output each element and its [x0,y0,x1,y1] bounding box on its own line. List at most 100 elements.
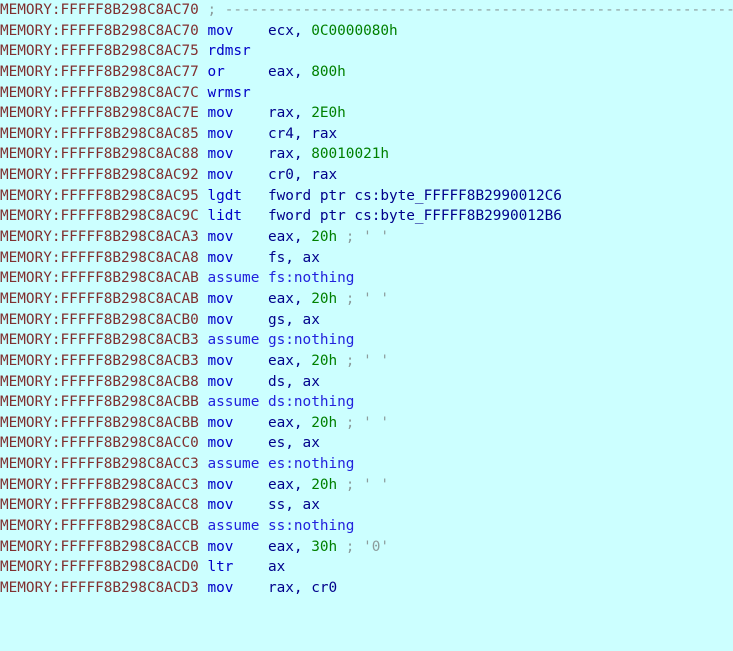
instruction-mnemonic: mov [207,352,268,369]
line-address: MEMORY:FFFFF8B298C8AC92 [0,167,208,184]
operand_reg: ss, ax [267,497,320,514]
disasm-line[interactable]: MEMORY:FFFFF8B298C8AC95 lgdt fword ptr c… [0,186,733,207]
instruction-mnemonic: ltr [207,559,268,576]
operand_reg: cr4, rax [267,125,338,142]
disasm-line[interactable]: MEMORY:FFFFF8B298C8ACA3 mov eax, 20h ; '… [0,227,733,248]
assume-directive: assume ds:nothing [207,394,355,411]
inline-comment: ; ' ' [337,290,390,307]
operand_reg: es, ax [267,435,320,452]
assume-directive: assume gs:nothing [207,332,355,349]
line-address: MEMORY:FFFFF8B298C8ACD0 [0,559,208,576]
line-address: MEMORY:FFFFF8B298C8ACB8 [0,373,208,390]
inline-comment: ; ' ' [337,414,390,431]
instruction-mnemonic: mov [207,146,268,163]
line-address: MEMORY:FFFFF8B298C8ACB3 [0,352,208,369]
operand_reg: ds, ax [267,373,320,390]
disasm-line[interactable]: MEMORY:FFFFF8B298C8AC85 mov cr4, rax [0,124,733,145]
disasm-line[interactable]: MEMORY:FFFFF8B298C8AC7E mov rax, 2E0h [0,103,733,124]
instruction-mnemonic: mov [207,167,268,184]
disasm-line[interactable]: MEMORY:FFFFF8B298C8AC88 mov rax, 8001002… [0,144,733,165]
disasm-line[interactable]: MEMORY:FFFFF8B298C8ACBB mov eax, 20h ; '… [0,413,733,434]
inline-comment: ; '0' [337,538,390,555]
disasm-line[interactable]: MEMORY:FFFFF8B298C8ACC8 mov ss, ax [0,495,733,516]
line-address: MEMORY:FFFFF8B298C8ACC3 [0,456,208,473]
operand_reg: cr0, rax [267,167,338,184]
operand_reg: fword ptr cs:byte_FFFFF8B2990012C6 [267,187,562,204]
disasm-line[interactable]: MEMORY:FFFFF8B298C8ACAB assume fs:nothin… [0,268,733,289]
operand_imm: 2E0h [311,105,346,122]
operand_imm: 20h [311,290,338,307]
line-address: MEMORY:FFFFF8B298C8ACC3 [0,476,208,493]
line-address: MEMORY:FFFFF8B298C8AC7E [0,105,208,122]
disasm-line[interactable]: MEMORY:FFFFF8B298C8ACD3 mov rax, cr0 [0,578,733,599]
operand_reg: fs, ax [267,249,320,266]
assume-directive: assume ss:nothing [207,518,355,535]
instruction-mnemonic: mov [207,249,268,266]
line-address: MEMORY:FFFFF8B298C8ACC8 [0,497,208,514]
line-address: MEMORY:FFFFF8B298C8AC9C [0,208,208,225]
instruction-mnemonic: mov [207,373,268,390]
disasm-line[interactable]: MEMORY:FFFFF8B298C8ACBB assume ds:nothin… [0,392,733,413]
line-address: MEMORY:FFFFF8B298C8AC75 [0,43,208,60]
disassembly-listing[interactable]: MEMORY:FFFFF8B298C8AC70 ; --------------… [0,0,733,651]
inline-comment: ; ' ' [337,229,390,246]
operand_reg: fword ptr cs:byte_FFFFF8B2990012B6 [267,208,562,225]
disasm-line[interactable]: MEMORY:FFFFF8B298C8ACB3 mov eax, 20h ; '… [0,351,733,372]
instruction-mnemonic: mov [207,125,268,142]
operand_imm: 20h [311,352,338,369]
operand_reg: eax, [267,290,312,307]
line-address: MEMORY:FFFFF8B298C8AC70 [0,2,208,18]
disasm-line[interactable]: MEMORY:FFFFF8B298C8ACAB mov eax, 20h ; '… [0,289,733,310]
instruction-mnemonic: mov [207,579,268,596]
disasm-line[interactable]: MEMORY:FFFFF8B298C8AC75 rdmsr [0,41,733,62]
disasm-line[interactable]: MEMORY:FFFFF8B298C8AC92 mov cr0, rax [0,165,733,186]
instruction-mnemonic: mov [207,435,268,452]
operand_reg: rax, [267,146,312,163]
disasm-line[interactable]: MEMORY:FFFFF8B298C8AC77 or eax, 800h [0,62,733,83]
instruction-mnemonic: mov [207,476,268,493]
separator-comment: ; --------------------------------------… [207,2,733,18]
disasm-line[interactable]: MEMORY:FFFFF8B298C8AC7C wrmsr [0,83,733,104]
instruction-mnemonic: or [207,63,268,80]
line-address: MEMORY:FFFFF8B298C8ACA3 [0,229,208,246]
disasm-line[interactable]: MEMORY:FFFFF8B298C8ACCB mov eax, 30h ; '… [0,537,733,558]
operand_imm: 20h [311,476,338,493]
instruction-mnemonic: wrmsr [207,84,251,101]
assume-directive: assume es:nothing [207,456,355,473]
assume-directive: assume fs:nothing [207,270,355,287]
disasm-line[interactable]: MEMORY:FFFFF8B298C8ACB3 assume gs:nothin… [0,330,733,351]
instruction-mnemonic: mov [207,290,268,307]
line-address: MEMORY:FFFFF8B298C8ACA8 [0,249,208,266]
disasm-line[interactable]: MEMORY:FFFFF8B298C8AC70 mov ecx, 0C00000… [0,21,733,42]
operand_reg: ecx, [267,22,312,39]
operand_imm: 80010021h [311,146,390,163]
disasm-line[interactable]: MEMORY:FFFFF8B298C8ACB8 mov ds, ax [0,372,733,393]
disasm-line[interactable]: MEMORY:FFFFF8B298C8ACB0 mov gs, ax [0,310,733,331]
line-address: MEMORY:FFFFF8B298C8AC88 [0,146,208,163]
line-address: MEMORY:FFFFF8B298C8ACCB [0,518,208,535]
operand_reg: rax, cr0 [267,579,338,596]
line-address: MEMORY:FFFFF8B298C8ACAB [0,270,208,287]
disasm-line[interactable]: MEMORY:FFFFF8B298C8ACA8 mov fs, ax [0,248,733,269]
operand_reg: eax, [267,229,312,246]
operand_imm: 0C0000080h [311,22,398,39]
disasm-line[interactable]: MEMORY:FFFFF8B298C8ACD0 ltr ax [0,557,733,578]
operand_imm: 20h [311,414,338,431]
line-address: MEMORY:FFFFF8B298C8ACBB [0,394,208,411]
operand_imm: 30h [311,538,338,555]
instruction-mnemonic: lidt [207,208,268,225]
instruction-mnemonic: mov [207,105,268,122]
disasm-line[interactable]: MEMORY:FFFFF8B298C8AC9C lidt fword ptr c… [0,206,733,227]
operand_reg: eax, [267,476,312,493]
line-address: MEMORY:FFFFF8B298C8AC77 [0,63,208,80]
disasm-line[interactable]: MEMORY:FFFFF8B298C8ACCB assume ss:nothin… [0,516,733,537]
disasm-line[interactable]: MEMORY:FFFFF8B298C8ACC3 assume es:nothin… [0,454,733,475]
instruction-mnemonic: lgdt [207,187,268,204]
disasm-line[interactable]: MEMORY:FFFFF8B298C8ACC0 mov es, ax [0,433,733,454]
operand_reg: eax, [267,63,312,80]
operand_imm: 800h [311,63,346,80]
operand_reg: eax, [267,538,312,555]
disasm-line[interactable]: MEMORY:FFFFF8B298C8ACC3 mov eax, 20h ; '… [0,475,733,496]
disasm-line[interactable]: MEMORY:FFFFF8B298C8AC70 ; --------------… [0,0,733,21]
operand_reg: eax, [267,414,312,431]
